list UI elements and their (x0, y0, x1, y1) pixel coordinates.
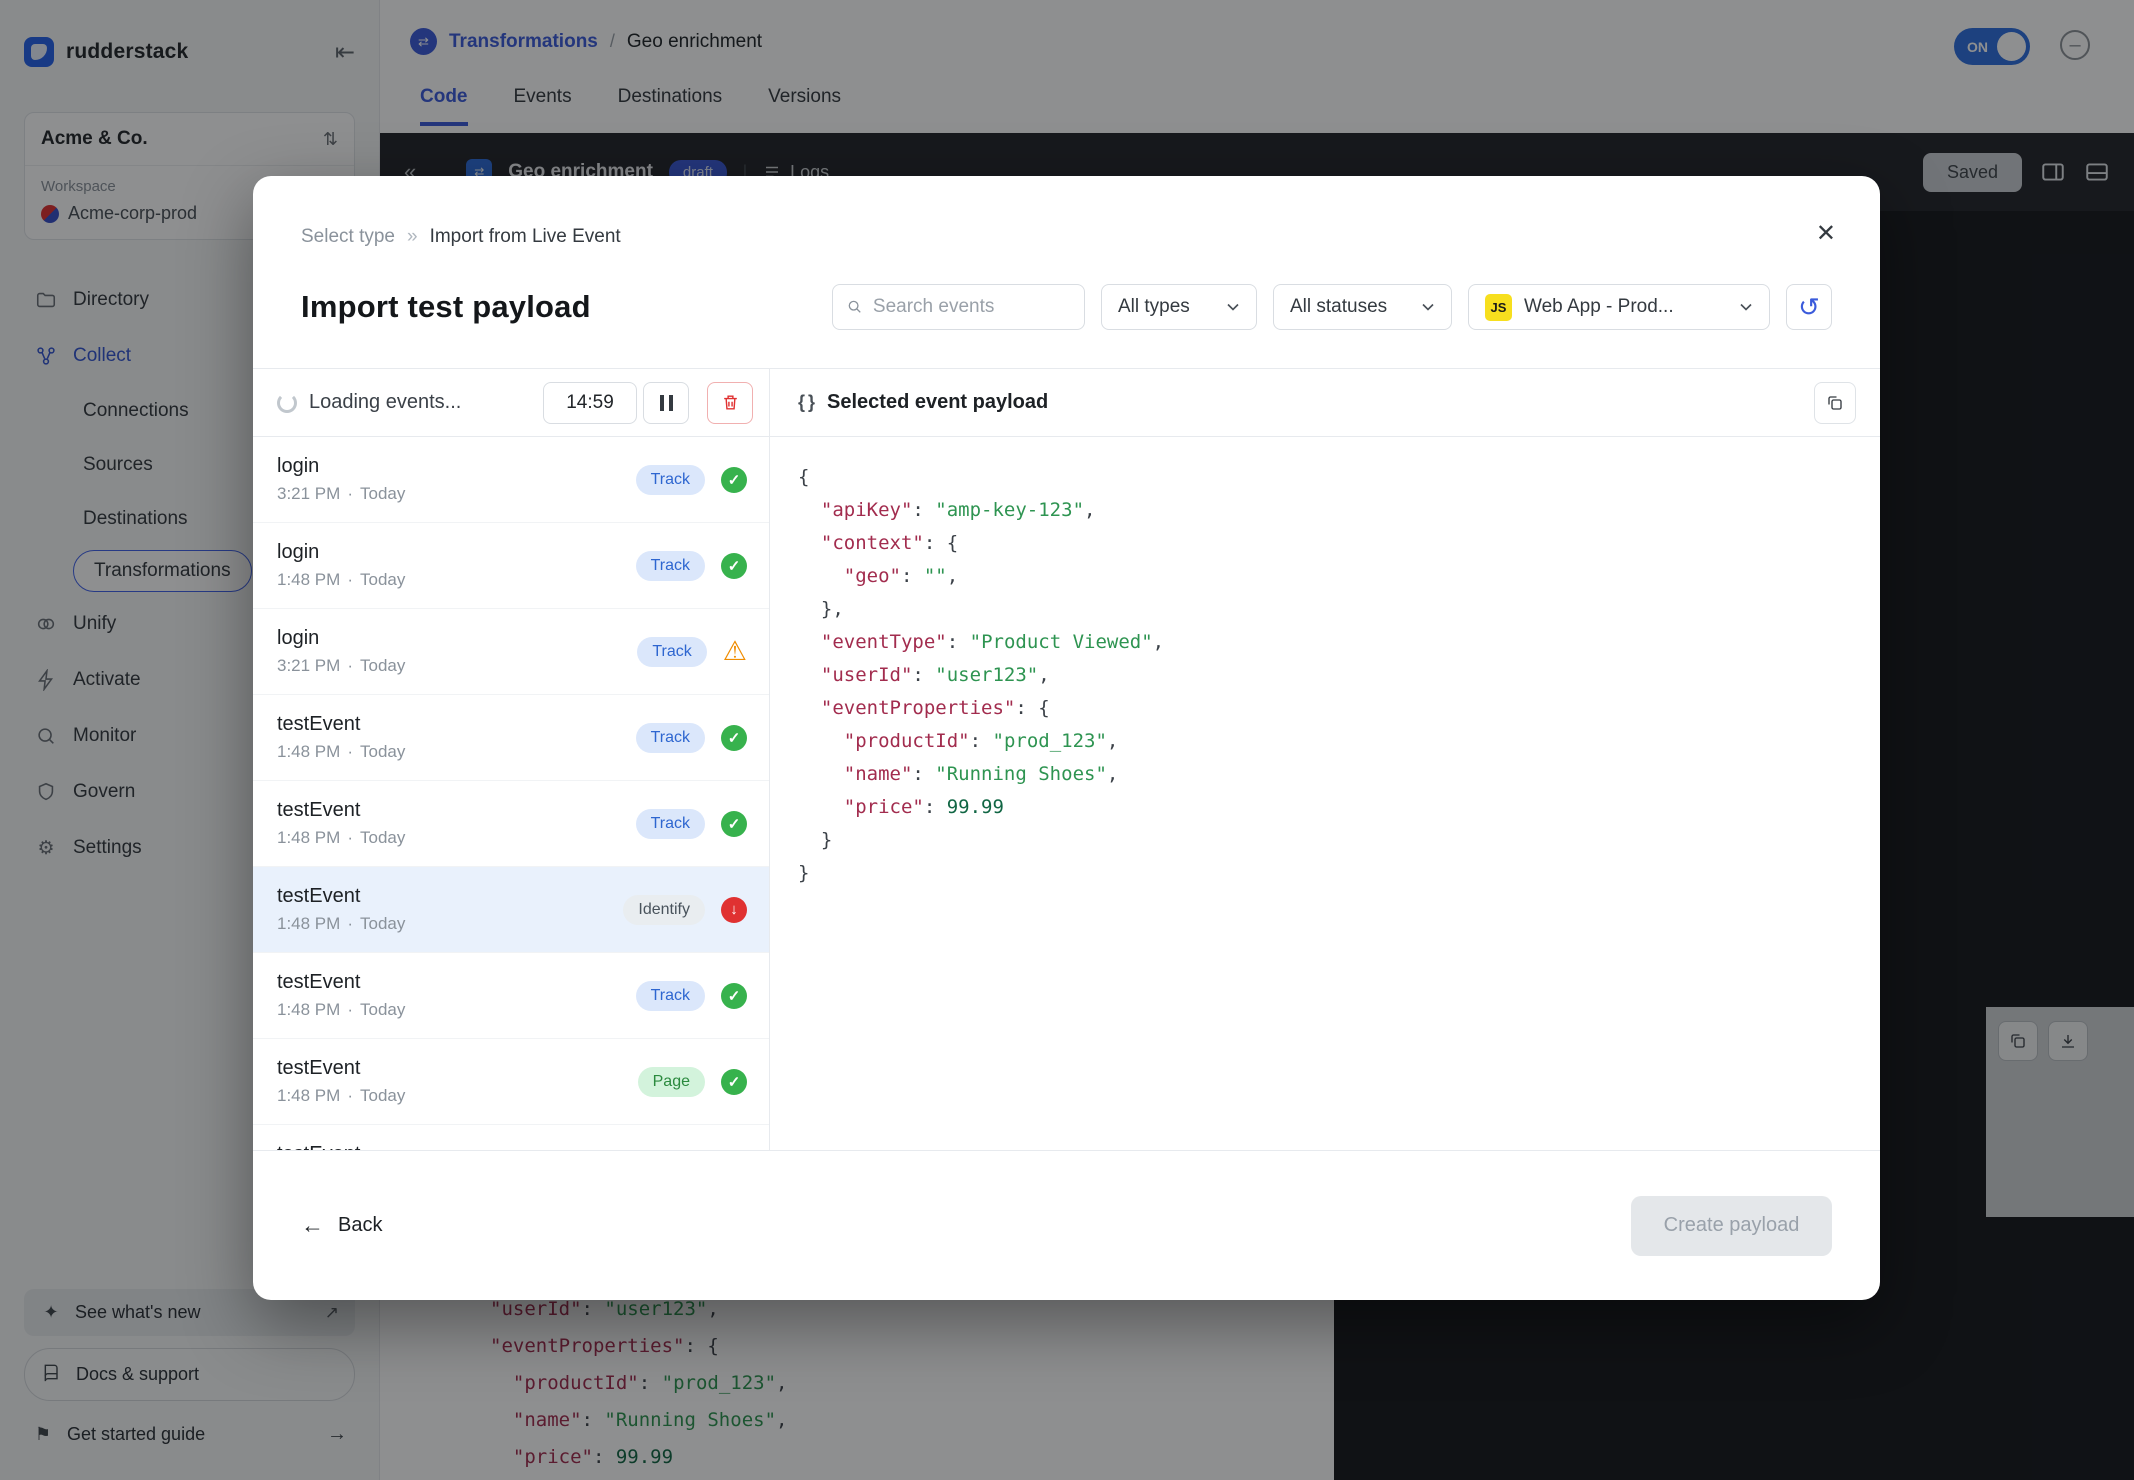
event-list: login 3:21 PM·Today Track ✓ login 1:48 P… (253, 437, 769, 1150)
chevron-down-icon (1226, 302, 1240, 312)
success-icon: ✓ (721, 811, 747, 837)
event-name: testEvent (277, 713, 405, 736)
event-row[interactable]: testEvent 1:48 PM·Today Track ✓ (253, 953, 769, 1039)
event-type-badge: Track (637, 637, 706, 667)
pause-button[interactable] (643, 382, 689, 424)
close-icon[interactable]: ✕ (1816, 222, 1836, 246)
event-row[interactable]: testEvent 1:48 PM·Today Track ✓ (253, 695, 769, 781)
chevron-down-icon (1739, 302, 1753, 312)
arrow-left-icon: ← (301, 1212, 324, 1239)
type-filter-dropdown[interactable]: All types (1101, 284, 1257, 330)
search-events-input[interactable] (873, 296, 1070, 318)
event-row[interactable]: login 3:21 PM·Today Track ✓ (253, 437, 769, 523)
event-name: testEvent (277, 799, 405, 822)
payload-panel-title: Selected event payload (827, 391, 1048, 414)
source-filter-value: Web App - Prod... (1524, 296, 1674, 318)
breadcrumb-import-live-event: Import from Live Event (430, 226, 621, 248)
modal-footer: ← Back Create payload (253, 1150, 1880, 1300)
refresh-icon: ↺ (1798, 292, 1820, 323)
event-type-badge: Track (636, 465, 705, 495)
events-panel-header: Loading events... 14:59 (253, 369, 769, 437)
countdown-timer: 14:59 (543, 382, 637, 424)
event-row[interactable]: testEvent 1:48 PM·Today Track ✓ (253, 1125, 769, 1150)
event-meta: 1:48 PM·Today (277, 1000, 405, 1020)
create-payload-button[interactable]: Create payload (1631, 1196, 1832, 1256)
modal-breadcrumb: Select type » Import from Live Event (301, 226, 1832, 248)
pause-icon (660, 395, 664, 411)
reset-refresh-button[interactable]: ↺ (1786, 284, 1832, 330)
source-filter-dropdown[interactable]: JS Web App - Prod... (1468, 284, 1770, 330)
trash-icon (721, 393, 740, 412)
filters-row: All types All statuses JS Web App - Prod… (832, 284, 1832, 330)
event-meta: 1:48 PM·Today (277, 570, 405, 590)
error-down-icon: ↓ (721, 897, 747, 923)
event-name: testEvent (277, 1057, 405, 1080)
payload-code[interactable]: { "apiKey": "amp-key-123", "context": { … (770, 437, 1880, 1150)
braces-icon: { } (798, 392, 814, 413)
copy-icon (1826, 394, 1844, 412)
event-row[interactable]: login 3:21 PM·Today Track ⚠ (253, 609, 769, 695)
event-meta: 1:48 PM·Today (277, 742, 405, 762)
clear-events-button[interactable] (707, 382, 753, 424)
status-filter-value: All statuses (1290, 296, 1387, 318)
loading-spinner-icon (277, 393, 297, 413)
event-name: login (277, 455, 405, 478)
search-events-field[interactable] (832, 284, 1085, 330)
event-row[interactable]: login 1:48 PM·Today Track ✓ (253, 523, 769, 609)
search-icon (847, 298, 863, 316)
status-filter-dropdown[interactable]: All statuses (1273, 284, 1452, 330)
event-name: testEvent (277, 971, 405, 994)
event-meta: 1:48 PM·Today (277, 828, 405, 848)
breadcrumb-chevrons-icon: » (407, 226, 418, 248)
modal-title: Import test payload (301, 289, 591, 325)
event-type-badge: Track (636, 809, 705, 839)
copy-payload-button[interactable] (1814, 382, 1856, 424)
back-label: Back (338, 1214, 382, 1237)
event-meta: 1:48 PM·Today (277, 914, 405, 934)
success-icon: ✓ (721, 553, 747, 579)
event-row-selected[interactable]: testEvent 1:48 PM·Today Identify ↓ (253, 867, 769, 953)
event-type-badge: Track (636, 723, 705, 753)
events-panel: Loading events... 14:59 login 3:21 PM·To… (253, 369, 770, 1150)
event-row[interactable]: testEvent 1:48 PM·Today Track ✓ (253, 781, 769, 867)
type-filter-value: All types (1118, 296, 1190, 318)
event-name: testEvent (277, 1143, 405, 1150)
success-icon: ✓ (721, 983, 747, 1009)
event-type-badge: Identify (623, 895, 705, 925)
event-meta: 3:21 PM·Today (277, 656, 405, 676)
success-icon: ✓ (721, 1069, 747, 1095)
payload-panel: { } Selected event payload { "apiKey": "… (770, 369, 1880, 1150)
success-icon: ✓ (721, 467, 747, 493)
event-type-badge: Track (636, 551, 705, 581)
event-name: testEvent (277, 885, 405, 908)
loading-label: Loading events... (309, 391, 461, 414)
success-icon: ✓ (721, 725, 747, 751)
back-button[interactable]: ← Back (301, 1212, 382, 1239)
event-name: login (277, 541, 405, 564)
warning-icon: ⚠ (723, 636, 747, 667)
event-meta: 1:48 PM·Today (277, 1086, 405, 1106)
event-type-badge: Page (638, 1067, 705, 1097)
event-meta: 3:21 PM·Today (277, 484, 405, 504)
event-type-badge: Track (636, 981, 705, 1011)
javascript-source-icon: JS (1485, 294, 1512, 321)
breadcrumb-select-type[interactable]: Select type (301, 226, 395, 248)
payload-panel-header: { } Selected event payload (770, 369, 1880, 437)
chevron-down-icon (1421, 302, 1435, 312)
import-test-payload-modal: Select type » Import from Live Event ✕ I… (253, 176, 1880, 1300)
event-name: login (277, 627, 405, 650)
screen: rudderstack ⇤ Acme & Co. ⇅ Workspace Acm… (0, 0, 2134, 1480)
event-row[interactable]: testEvent 1:48 PM·Today Page ✓ (253, 1039, 769, 1125)
